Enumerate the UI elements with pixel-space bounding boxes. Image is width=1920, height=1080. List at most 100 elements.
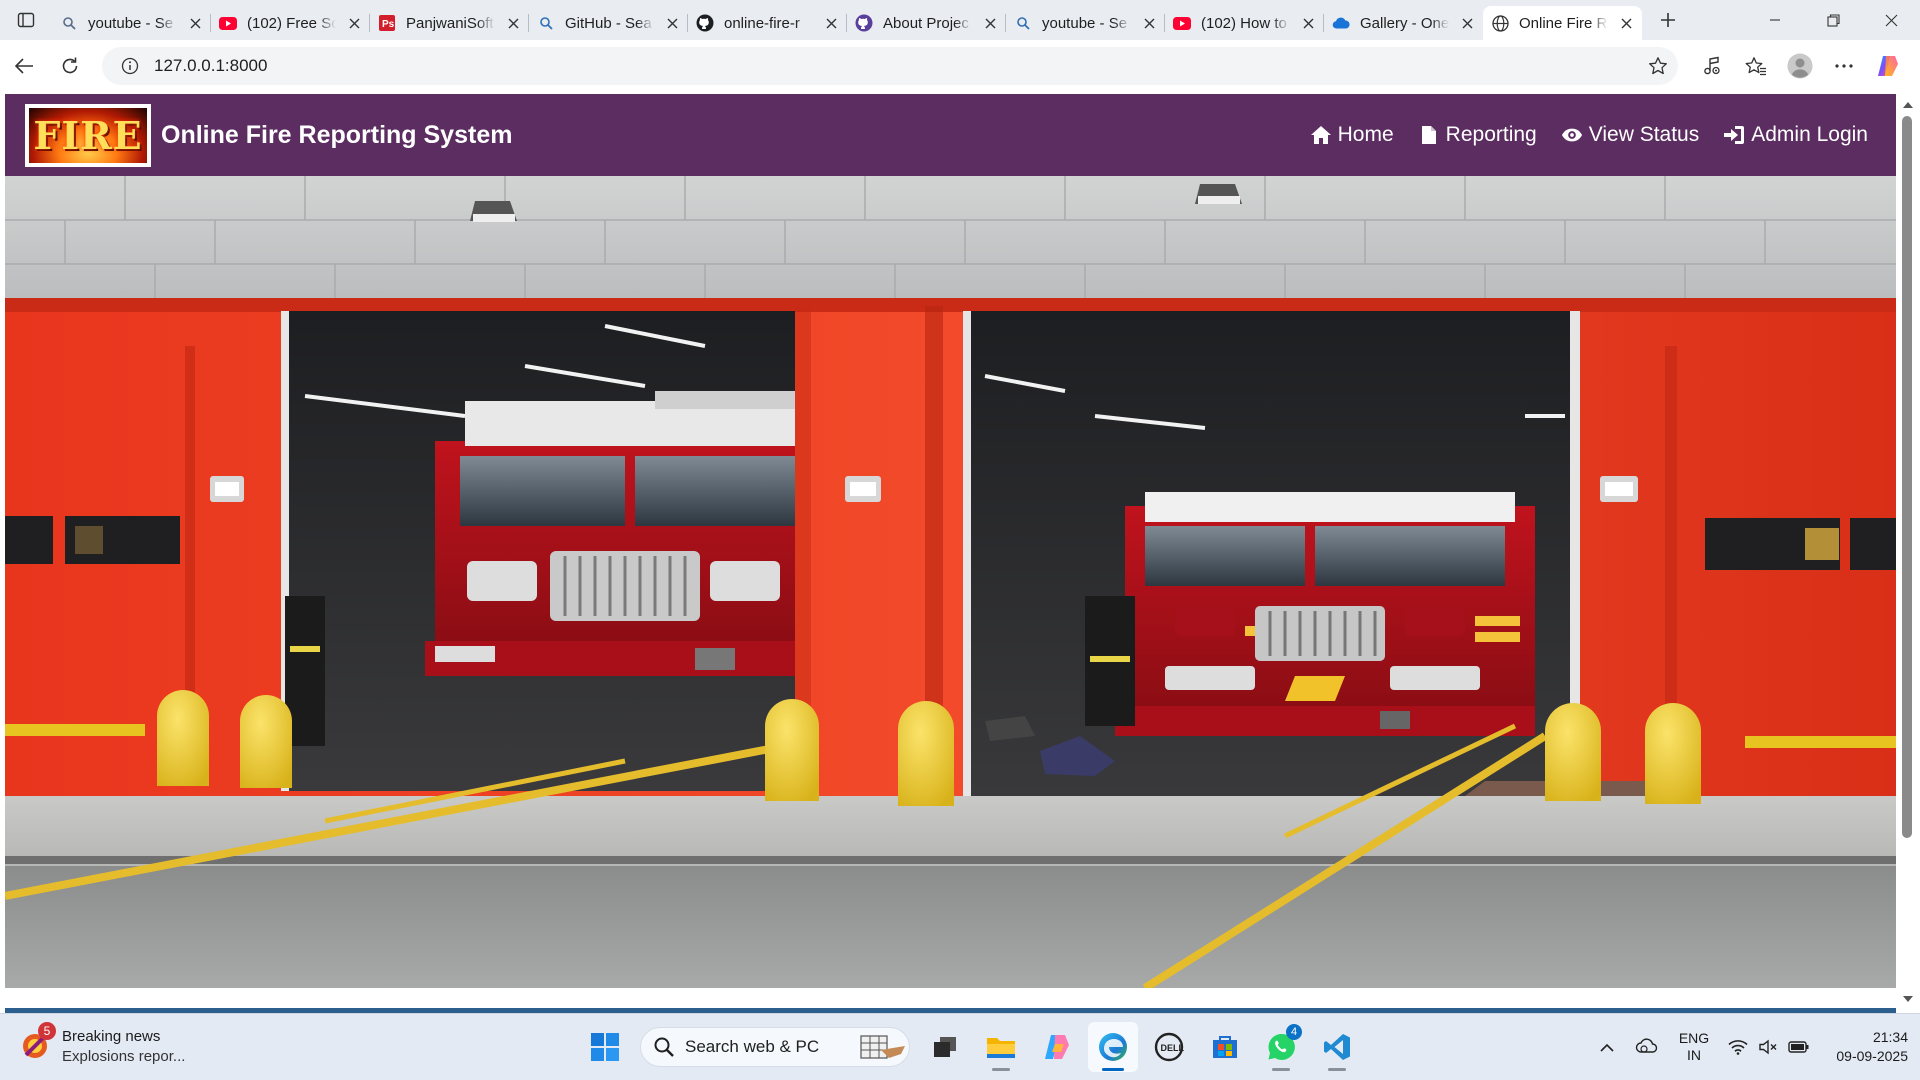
browser-tab[interactable]: About Projec (847, 6, 1006, 40)
close-icon[interactable] (1618, 15, 1634, 31)
news-badge: 5 (38, 1022, 56, 1040)
read-aloud-button[interactable] (1690, 44, 1734, 88)
browser-tab[interactable]: (102) How to (1165, 6, 1324, 40)
new-tab-button[interactable] (1648, 0, 1688, 40)
reload-icon (62, 57, 78, 74)
close-icon[interactable] (346, 15, 362, 31)
sign-in-icon (1723, 124, 1745, 146)
close-icon[interactable] (505, 15, 521, 31)
browser-tab-active[interactable]: Online Fire R (1483, 6, 1642, 40)
scroll-up-icon[interactable] (1901, 98, 1915, 112)
quick-settings-button[interactable] (1726, 1027, 1812, 1067)
whatsapp-button[interactable]: 4 (1256, 1022, 1306, 1072)
tab-list: youtube - Se (102) Free Sc Ps PanjwaniSo… (52, 0, 1642, 40)
svg-text:DELL: DELL (1161, 1043, 1185, 1053)
start-button[interactable] (580, 1022, 630, 1072)
nav-links: Home Reporting View Status Admin Login (1310, 94, 1868, 176)
close-icon[interactable] (982, 15, 998, 31)
vscode-button[interactable] (1312, 1022, 1362, 1072)
show-hidden-icons-button[interactable] (1592, 1027, 1622, 1067)
favorites-button[interactable] (1734, 44, 1778, 88)
profile-button[interactable] (1778, 44, 1822, 88)
scroll-down-icon[interactable] (1901, 992, 1915, 1006)
dell-app-button[interactable]: DELL (1144, 1022, 1194, 1072)
windows-start-icon (591, 1033, 619, 1061)
browser-tab[interactable]: online-fire-r (688, 6, 847, 40)
nav-reporting-link[interactable]: Reporting (1418, 123, 1537, 147)
browser-tab[interactable]: Gallery - One (1324, 6, 1483, 40)
clock[interactable]: 21:34 09-09-2025 (1822, 1027, 1908, 1067)
nav-admin-login-link[interactable]: Admin Login (1723, 123, 1868, 147)
close-icon[interactable] (187, 15, 203, 31)
github-icon (855, 14, 873, 32)
site-navbar: FIRE Online Fire Reporting System Home R… (5, 94, 1896, 176)
close-icon[interactable] (1459, 15, 1475, 31)
youtube-icon (219, 14, 237, 32)
browser-tab[interactable]: GitHub - Sea (529, 6, 688, 40)
tab-actions-button[interactable] (0, 0, 52, 40)
tab-actions-icon (17, 12, 35, 28)
search-icon (1014, 14, 1032, 32)
onedrive-status-button[interactable] (1632, 1027, 1662, 1067)
folder-icon (987, 1038, 1015, 1058)
site-logo[interactable]: FIRE (25, 103, 151, 167)
minimize-icon (1770, 19, 1780, 21)
favorite-star-icon[interactable] (1638, 48, 1678, 84)
github-icon (696, 14, 714, 32)
taskbar-search[interactable]: Search web & PC (640, 1027, 910, 1067)
browser-tab[interactable]: Ps PanjwaniSoft (370, 6, 529, 40)
address-bar[interactable]: 127.0.0.1:8000 (102, 47, 1678, 85)
restore-button[interactable] (1804, 0, 1862, 40)
edge-browser-button[interactable] (1088, 1022, 1138, 1072)
wifi-icon (1728, 1040, 1748, 1055)
browser-tab[interactable]: (102) Free Sc (211, 6, 370, 40)
reload-button[interactable] (48, 44, 92, 88)
close-icon[interactable] (1141, 15, 1157, 31)
file-explorer-button[interactable] (976, 1022, 1026, 1072)
search-highlight-icon (860, 1035, 905, 1059)
search-icon (60, 14, 78, 32)
task-view-button[interactable] (920, 1022, 970, 1072)
tab-title: GitHub - Sea (565, 14, 652, 32)
plus-icon (1661, 13, 1675, 27)
site-brand-title[interactable]: Online Fire Reporting System (161, 121, 512, 150)
tab-title: youtube - Se (88, 14, 174, 32)
indicator (1272, 1068, 1290, 1071)
language-indicator[interactable]: ENG IN (1672, 1027, 1716, 1067)
favorites-icon (1745, 57, 1766, 76)
close-window-button[interactable] (1862, 0, 1920, 40)
fire-logo-image: FIRE (29, 107, 147, 163)
nav-home-link[interactable]: Home (1310, 123, 1394, 147)
settings-more-button[interactable] (1822, 44, 1866, 88)
vscode-icon (1324, 1034, 1350, 1060)
microsoft-store-button[interactable] (1200, 1022, 1250, 1072)
browser-tab[interactable]: youtube - Se (1006, 6, 1165, 40)
nav-reporting-label: Reporting (1445, 123, 1537, 146)
scrollbar-thumb[interactable] (1902, 116, 1912, 838)
window-controls (1746, 0, 1920, 40)
url-text[interactable]: 127.0.0.1:8000 (154, 56, 1638, 76)
battery-icon (1788, 1041, 1809, 1053)
page-viewport: FIRE Online Fire Reporting System Home R… (0, 92, 1920, 1013)
news-icon: 5 (20, 1022, 56, 1060)
site-info-icon[interactable] (112, 48, 148, 84)
system-tray: ENG IN 21:34 09-09-2025 (1592, 1022, 1908, 1072)
youtube-icon (1173, 14, 1191, 32)
close-icon[interactable] (823, 15, 839, 31)
tab-title: PanjwaniSoft (406, 14, 494, 32)
minimize-button[interactable] (1746, 0, 1804, 40)
copilot-app-button[interactable] (1032, 1022, 1082, 1072)
close-icon[interactable] (664, 15, 680, 31)
desktop-screen: youtube - Se (102) Free Sc Ps PanjwaniSo… (0, 0, 1920, 1080)
page-scrollbar[interactable] (1896, 92, 1920, 1013)
search-icon (537, 14, 555, 32)
back-button[interactable] (2, 44, 46, 88)
news-widget[interactable]: 5 Breaking news Explosions repor... (20, 1022, 185, 1065)
restore-icon (1826, 13, 1840, 27)
browser-tab[interactable]: youtube - Se (52, 6, 211, 40)
copilot-icon (1045, 1035, 1069, 1059)
nav-home-label: Home (1337, 123, 1394, 146)
copilot-button[interactable] (1866, 44, 1910, 88)
close-icon[interactable] (1300, 15, 1316, 31)
nav-view-status-link[interactable]: View Status (1561, 123, 1699, 147)
